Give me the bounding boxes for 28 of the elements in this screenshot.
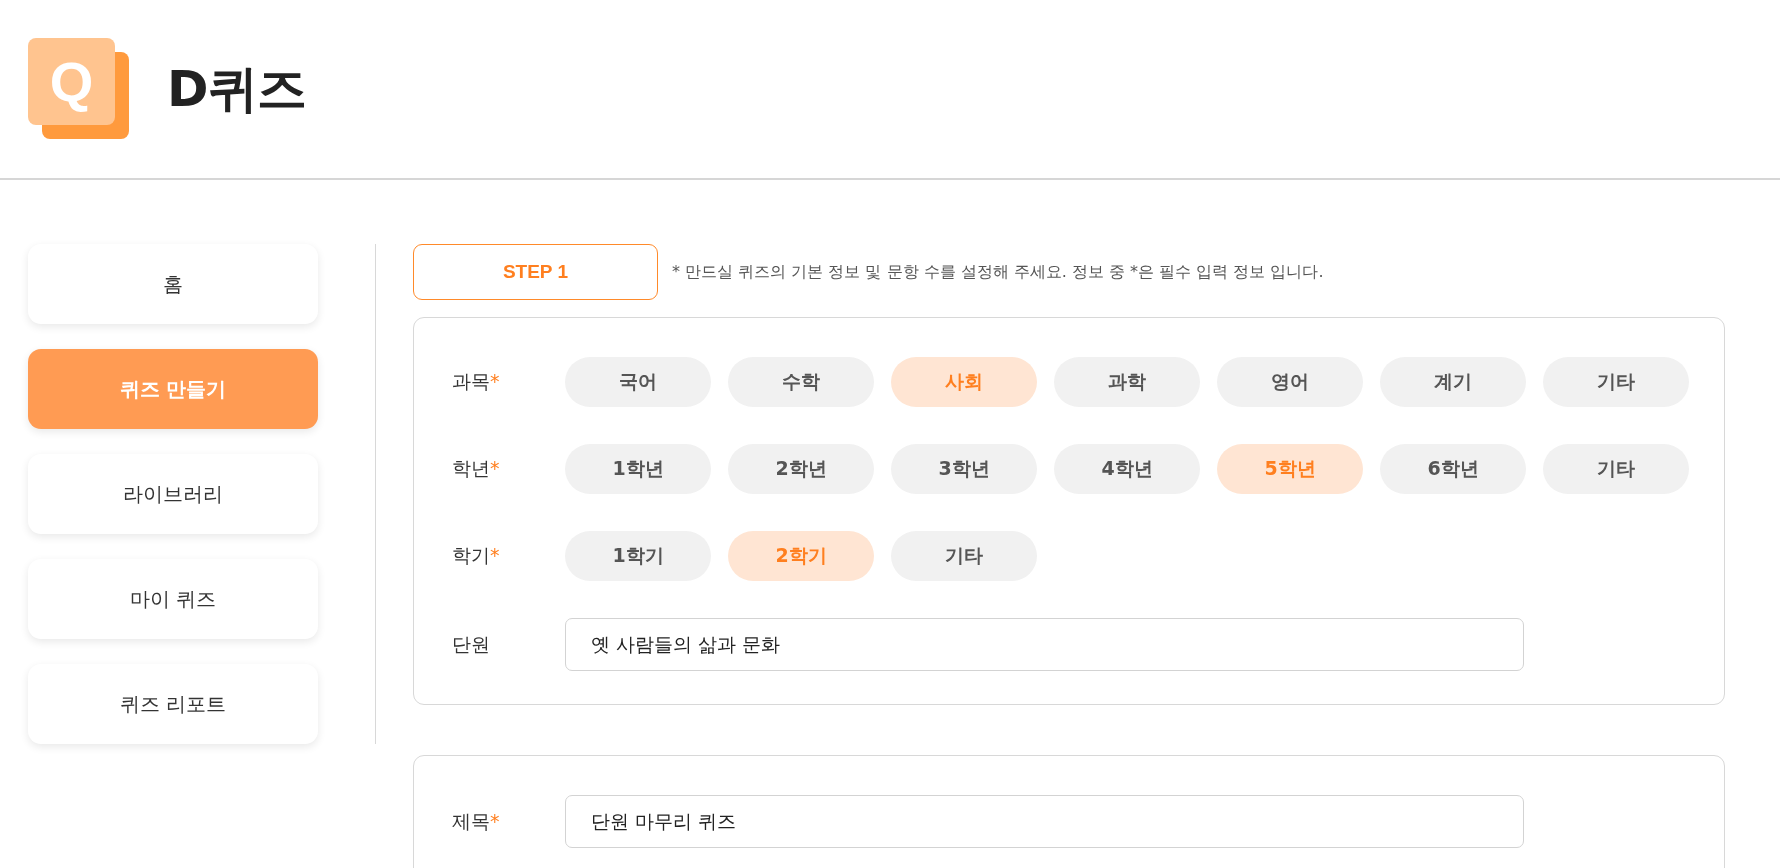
- sidebar-item[interactable]: 라이브러리: [28, 454, 318, 534]
- option-chip[interactable]: 2학년: [728, 444, 874, 494]
- option-chip[interactable]: 4학년: [1054, 444, 1200, 494]
- option-chip[interactable]: 수학: [728, 357, 874, 407]
- sidebar-item[interactable]: 퀴즈 리포트: [28, 664, 318, 744]
- option-chip[interactable]: 영어: [1217, 357, 1363, 407]
- option-chip[interactable]: 3학년: [891, 444, 1037, 494]
- field-label: 과목*: [452, 369, 501, 394]
- option-chip[interactable]: 기타: [891, 531, 1037, 581]
- option-chip[interactable]: 1학기: [565, 531, 711, 581]
- option-chip[interactable]: 6학년: [1380, 444, 1526, 494]
- sidebar-item[interactable]: 마이 퀴즈: [28, 559, 318, 639]
- field-label: 학년*: [452, 456, 501, 481]
- text-field[interactable]: 단원 마무리 퀴즈: [565, 795, 1524, 848]
- option-chip[interactable]: 기타: [1543, 357, 1689, 407]
- step-label: STEP 1: [413, 244, 658, 300]
- option-chip[interactable]: 1학년: [565, 444, 711, 494]
- step-instructions: * 만드실 퀴즈의 기본 정보 및 문항 수를 설정해 주세요. 정보 중 *은 필수 입력 정보 입니다.: [672, 261, 1324, 283]
- text-field[interactable]: 옛 사람들의 삶과 문화: [565, 618, 1524, 671]
- option-chip[interactable]: 국어: [565, 357, 711, 407]
- option-chip[interactable]: 과학: [1054, 357, 1200, 407]
- option-chip[interactable]: 계기: [1380, 357, 1526, 407]
- field-label: 제목*: [452, 808, 501, 834]
- field-label: 학기*: [452, 543, 501, 568]
- app-title: D퀴즈: [167, 58, 306, 120]
- sidebar-item[interactable]: 홈: [28, 244, 318, 324]
- field-label: 단원: [452, 631, 491, 657]
- option-chip[interactable]: 기타: [1543, 444, 1689, 494]
